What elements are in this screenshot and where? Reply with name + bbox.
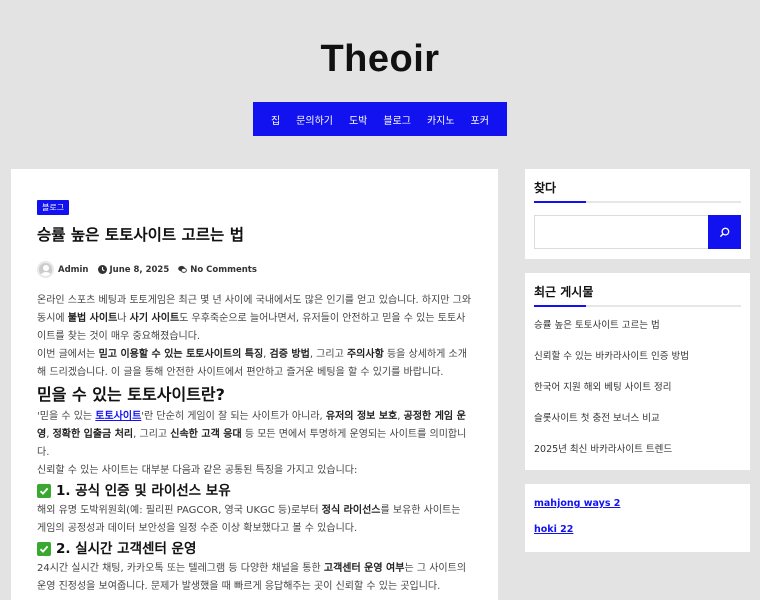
nav-item-poker[interactable]: 포커 [471, 112, 489, 127]
search-icon [719, 227, 730, 237]
search-button[interactable] [708, 215, 741, 249]
clock-icon [97, 265, 107, 275]
recent-post-item[interactable]: 2025년 최신 바카라사이트 트렌드 [534, 442, 741, 473]
check-mark-icon [37, 484, 51, 499]
recent-posts-list: 승률 높은 토토사이트 고르는 법 신뢰할 수 있는 바카라사이트 인증 방법 … [534, 318, 741, 473]
nav-item-home[interactable]: 집 [271, 112, 280, 127]
post-meta: Admin June 8, 2025 No Comments [37, 261, 472, 279]
nav-item-gambling[interactable]: 도박 [349, 112, 367, 127]
link-hoki[interactable]: hoki 22 [534, 524, 741, 550]
recent-posts-title: 최근 게시물 [534, 283, 741, 307]
search-widget: 찾다 [525, 169, 750, 259]
intro-paragraph: 온라인 스포츠 베팅과 토토게임은 최근 몇 년 사이에 국내에서도 많은 인기… [37, 295, 472, 343]
nav-item-blog[interactable]: 블로그 [383, 112, 411, 127]
post-date[interactable]: June 8, 2025 [110, 265, 170, 275]
feature-heading-license: 1. 공식 인증 및 라이선스 보유 [37, 480, 472, 502]
main-nav: 집 문의하기 도박 블로그 카지노 포커 [253, 102, 507, 136]
search-form [534, 215, 741, 249]
link-mahjong-ways[interactable]: mahjong ways 2 [534, 498, 741, 524]
search-widget-title: 찾다 [534, 179, 741, 203]
post-article: 블로그 승률 높은 토토사이트 고르는 법 Admin June 8, 2025… [11, 169, 498, 600]
license-paragraph: 해외 유명 도박위원회(예: 필리핀 PAGCOR, 영국 UKGC 등)로부터… [37, 505, 461, 535]
feature-heading-support: 2. 실시간 고객센터 운영 [37, 538, 472, 560]
features-intro: 신뢰할 수 있는 사이트는 대부분 다음과 같은 공통된 특징을 가지고 있습니… [37, 465, 358, 477]
recent-post-item[interactable]: 슬롯사이트 첫 충전 보너스 비교 [534, 411, 741, 442]
toto-site-link[interactable]: 토토사이트 [95, 411, 141, 422]
avatar[interactable] [37, 261, 54, 279]
definition-paragraph: '믿을 수 있는 토토사이트'란 단순히 게임이 잘 되는 사이트가 아니라, … [37, 411, 467, 459]
support-paragraph: 24시간 실시간 채팅, 카카오톡 또는 텔레그램 등 다양한 채널을 통한 고… [37, 563, 467, 593]
section-heading: 믿을 수 있는 토토사이트란? [37, 385, 225, 405]
links-widget: mahjong ways 2 hoki 22 [525, 484, 750, 552]
site-title[interactable]: Theoir [0, 38, 760, 81]
recent-post-item[interactable]: 승률 높은 토토사이트 고르는 법 [534, 318, 741, 349]
recent-post-item[interactable]: 신뢰할 수 있는 바카라사이트 인증 방법 [534, 349, 741, 380]
comments-icon [178, 266, 188, 273]
recent-posts-widget: 최근 게시물 승률 높은 토토사이트 고르는 법 신뢰할 수 있는 바카라사이트… [525, 273, 750, 470]
post-comments[interactable]: No Comments [190, 265, 257, 275]
post-title[interactable]: 승률 높은 토토사이트 고르는 법 [37, 225, 472, 245]
search-input[interactable] [534, 215, 709, 249]
post-content: 온라인 스포츠 베팅과 토토게임은 최근 몇 년 사이에 국내에서도 많은 인기… [37, 292, 472, 596]
nav-item-casino[interactable]: 카지노 [427, 112, 455, 127]
post-author[interactable]: Admin [58, 265, 89, 275]
intro-paragraph-2: 이번 글에서는 믿고 이용할 수 있는 토토사이트의 특징, 검증 방법, 그리… [37, 349, 467, 379]
category-badge[interactable]: 블로그 [37, 200, 70, 215]
nav-item-contact[interactable]: 문의하기 [296, 112, 333, 127]
recent-post-item[interactable]: 한국어 지원 해외 베팅 사이트 정리 [534, 380, 741, 411]
check-mark-icon [37, 542, 51, 557]
